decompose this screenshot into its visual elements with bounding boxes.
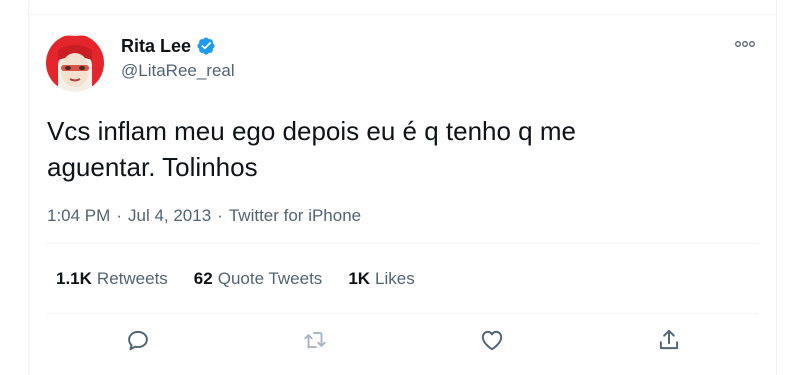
avatar[interactable] <box>46 34 104 92</box>
author-name-text: Rita Lee <box>121 36 192 56</box>
retweet-icon <box>304 332 326 349</box>
meta-separator: · <box>217 206 223 225</box>
author-name[interactable]: Rita Lee <box>121 35 216 57</box>
tweet-text: Vcs inflam meu ego depois eu é q tenho q… <box>47 116 576 182</box>
retweets-label: Retweets <box>96 269 168 288</box>
tweet-meta: 1:04 PM · Jul 4, 2013 · Twitter for iPho… <box>47 205 361 227</box>
quotes-count: 62 <box>193 269 213 288</box>
share-icon <box>659 329 679 350</box>
tweet-date[interactable]: Jul 4, 2013 <box>128 205 211 227</box>
likes-label: Likes <box>375 269 415 288</box>
tweet-source[interactable]: Twitter for iPhone <box>229 205 361 227</box>
tweet-stats: 1.1K Retweets 62 Quote Tweets 1K Likes <box>56 268 415 290</box>
likes-stat[interactable]: 1K Likes <box>348 268 414 290</box>
author-handle[interactable]: @LitaRee_real <box>121 60 235 82</box>
verified-badge-icon <box>196 36 216 56</box>
avatar-image <box>46 34 104 92</box>
divider <box>47 313 759 314</box>
share-button[interactable] <box>655 326 683 354</box>
tweet-time[interactable]: 1:04 PM <box>47 205 110 227</box>
meta-separator: · <box>116 206 122 225</box>
divider <box>47 243 759 244</box>
reply-icon <box>128 330 148 351</box>
retweets-count: 1.1K <box>56 269 92 288</box>
likes-count: 1K <box>348 269 371 288</box>
reply-button[interactable] <box>124 326 152 354</box>
frame-border-top <box>28 14 777 15</box>
like-icon <box>481 330 503 351</box>
quotes-label: Quote Tweets <box>217 269 323 288</box>
retweet-button[interactable] <box>301 326 329 354</box>
frame-border-right <box>776 0 777 375</box>
frame-border-left <box>28 0 29 375</box>
retweets-stat[interactable]: 1.1K Retweets <box>56 268 168 290</box>
quotes-stat[interactable]: 62 Quote Tweets <box>194 268 323 290</box>
like-button[interactable] <box>478 326 506 354</box>
more-options-icon[interactable] <box>732 34 758 54</box>
